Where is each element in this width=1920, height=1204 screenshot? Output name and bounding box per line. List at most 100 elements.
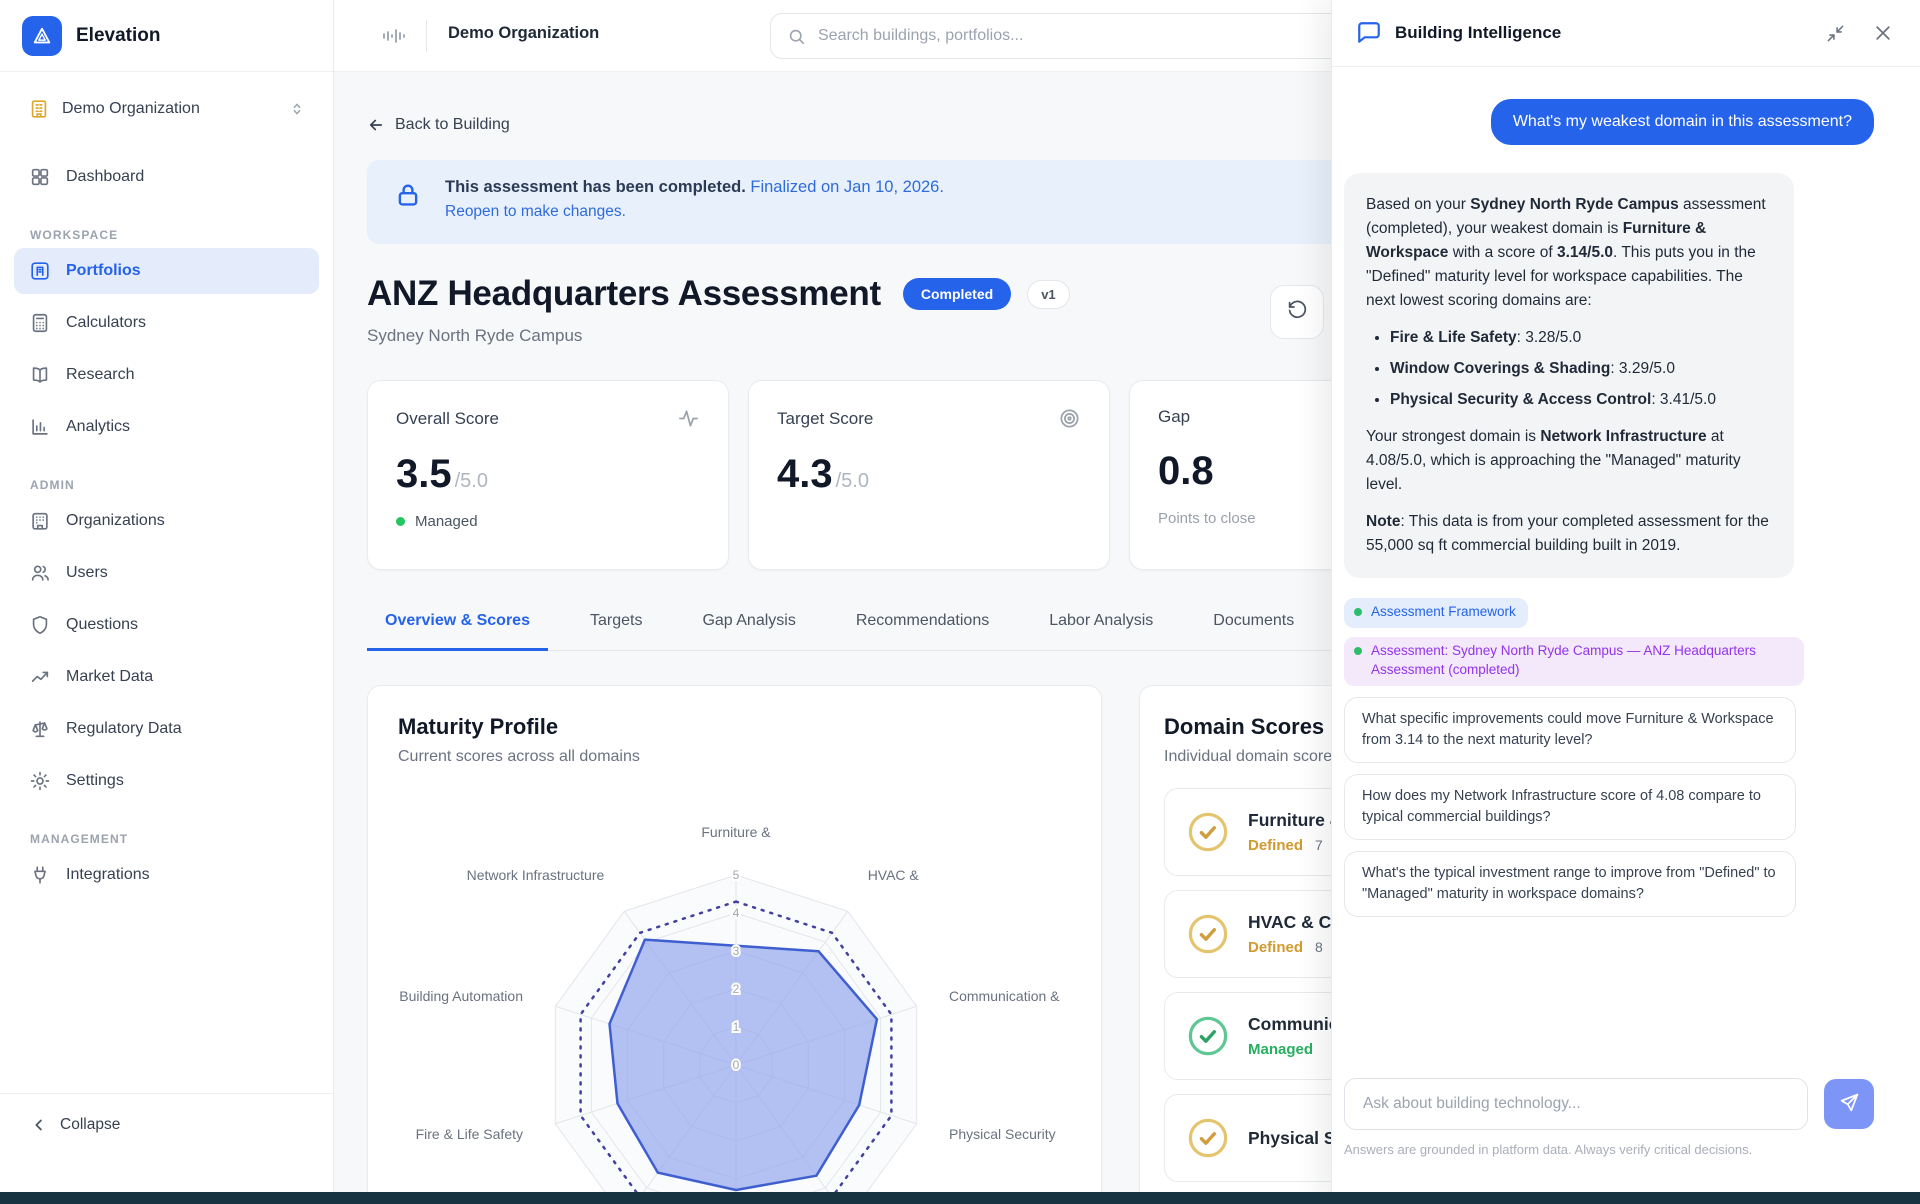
target-icon	[1058, 407, 1081, 430]
sidebar-item-calculators[interactable]: Calculators	[14, 300, 319, 346]
search-input[interactable]	[818, 27, 1353, 45]
svg-text:Building Automation: Building Automation	[399, 988, 523, 1004]
assistant-bullet-list: Fire & Life Safety: 3.28/5.0Window Cover…	[1366, 326, 1772, 412]
svg-text:0: 0	[733, 1058, 740, 1072]
audio-wave-icon[interactable]	[382, 24, 408, 48]
assistant-bullet: Window Coverings & Shading: 3.29/5.0	[1390, 357, 1772, 381]
tab-documents[interactable]: Documents	[1195, 606, 1312, 650]
screen-edge-bar	[0, 1192, 1920, 1204]
org-building-icon	[28, 98, 50, 120]
svg-text:4: 4	[733, 906, 740, 920]
search-icon	[787, 27, 806, 46]
sidebar-item-analytics[interactable]: Analytics	[14, 404, 319, 450]
chat-footer: Answers are grounded in platform data. A…	[1332, 1064, 1920, 1204]
users-icon	[29, 562, 51, 584]
suggested-question[interactable]: How does my Network Infrastructure score…	[1344, 774, 1796, 840]
tab-overview-scores[interactable]: Overview & Scores	[367, 606, 548, 651]
domain-score-fragment: 7	[1315, 837, 1323, 853]
sidebar-item-integrations[interactable]: Integrations	[14, 852, 319, 898]
close-panel-button[interactable]	[1872, 22, 1894, 44]
card-value: 3.5	[396, 452, 452, 497]
check-circle-icon	[1185, 911, 1231, 957]
collapse-sidebar-button[interactable]: Collapse	[30, 1116, 303, 1134]
score-card-target-score: Target Score4.3/5.0	[748, 380, 1110, 570]
banner-finalized-date: Finalized on Jan 10, 2026.	[750, 178, 944, 196]
maturity-title: Maturity Profile	[398, 714, 640, 740]
portfolio-icon	[29, 260, 51, 282]
sidebar-item-research[interactable]: Research	[14, 352, 319, 398]
trend-icon	[29, 666, 51, 688]
sidebar-item-settings[interactable]: Settings	[14, 758, 319, 804]
chevron-left-icon	[30, 1116, 48, 1134]
domain-maturity-status: Defined	[1248, 939, 1303, 956]
chat-bubble-icon	[1356, 20, 1382, 46]
sidebar-item-organizations[interactable]: Organizations	[14, 498, 319, 544]
svg-text:Physical Security: Physical Security	[949, 1126, 1056, 1142]
domain-maturity-status: Managed	[1248, 1041, 1313, 1058]
suggested-question[interactable]: What specific improvements could move Fu…	[1344, 697, 1796, 763]
arrow-left-icon	[367, 116, 385, 134]
domain-maturity-status: Defined	[1248, 837, 1303, 854]
sidebar-item-regulatory-data[interactable]: Regulatory Data	[14, 706, 319, 752]
org-selector[interactable]: Demo Organization	[14, 88, 319, 130]
svg-text:HVAC &: HVAC &	[868, 867, 920, 883]
page-title: ANZ Headquarters Assessment	[367, 274, 881, 314]
reset-button[interactable]	[1270, 285, 1324, 339]
plug-icon	[29, 864, 51, 886]
sidebar-nav: Dashboard WORKSPACE Portfolios Calculators R…	[0, 140, 333, 898]
gear-icon	[29, 770, 51, 792]
svg-text:1: 1	[733, 1020, 740, 1034]
minimize-panel-button[interactable]	[1824, 22, 1846, 44]
context-chip[interactable]: Assessment Framework	[1344, 598, 1528, 628]
section-label-workspace: WORKSPACE	[30, 228, 303, 242]
card-label: Overall Score	[396, 409, 499, 429]
version-badge: v1	[1027, 280, 1069, 309]
back-to-building-link[interactable]: Back to Building	[367, 116, 510, 134]
sidebar-header: Elevation	[0, 0, 333, 72]
scales-icon	[29, 718, 51, 740]
global-search[interactable]	[770, 13, 1370, 59]
card-denominator: /5.0	[455, 470, 488, 493]
svg-text:5: 5	[733, 868, 740, 882]
context-chips: Assessment Framework Assessment: Sydney N…	[1344, 598, 1804, 686]
elevation-logo-icon	[22, 16, 62, 56]
rotate-ccw-icon	[1287, 300, 1308, 324]
book-icon	[29, 364, 51, 386]
assistant-paragraph: Your strongest domain is Network Infrast…	[1366, 425, 1772, 497]
tab-recommendations[interactable]: Recommendations	[838, 606, 1007, 650]
sidebar-item-questions[interactable]: Questions	[14, 602, 319, 648]
status-dot-icon	[396, 517, 405, 526]
context-chip[interactable]: Assessment: Sydney North Ryde Campus — A…	[1344, 637, 1804, 686]
tab-targets[interactable]: Targets	[572, 606, 660, 650]
sidebar-item-market-data[interactable]: Market Data	[14, 654, 319, 700]
sidebar-item-dashboard[interactable]: Dashboard	[14, 154, 319, 200]
check-circle-icon	[1185, 809, 1231, 855]
tab-gap-analysis[interactable]: Gap Analysis	[684, 606, 813, 650]
shield-icon	[29, 614, 51, 636]
lock-icon	[393, 180, 423, 214]
suggested-question[interactable]: What's the typical investment range to i…	[1344, 851, 1796, 917]
source-dot-icon	[1354, 608, 1362, 616]
card-label: Target Score	[777, 409, 873, 429]
calculator-icon	[29, 312, 51, 334]
check-circle-icon	[1185, 1013, 1231, 1059]
assistant-note: Note: This data is from your completed a…	[1366, 510, 1772, 558]
sidebar-item-portfolios[interactable]: Portfolios	[14, 248, 319, 294]
tab-labor-analysis[interactable]: Labor Analysis	[1031, 606, 1171, 650]
assistant-paragraph: Based on your Sydney North Ryde Campus a…	[1366, 193, 1772, 313]
assistant-bullet: Physical Security & Access Control: 3.41…	[1390, 388, 1772, 412]
card-status: Managed	[396, 513, 700, 530]
send-button[interactable]	[1824, 1079, 1874, 1129]
chat-title: Building Intelligence	[1395, 23, 1798, 43]
maturity-subtitle: Current scores across all domains	[398, 748, 640, 766]
collapse-label: Collapse	[60, 1116, 120, 1134]
org-icon	[29, 510, 51, 532]
activity-icon	[677, 407, 700, 430]
chat-input[interactable]	[1344, 1078, 1808, 1130]
topbar-divider	[426, 20, 427, 52]
reopen-link[interactable]: Reopen to make changes.	[445, 203, 626, 221]
card-value: 4.3	[777, 452, 833, 497]
card-label: Gap	[1158, 407, 1190, 427]
source-dot-icon	[1354, 647, 1362, 655]
sidebar-item-users[interactable]: Users	[14, 550, 319, 596]
